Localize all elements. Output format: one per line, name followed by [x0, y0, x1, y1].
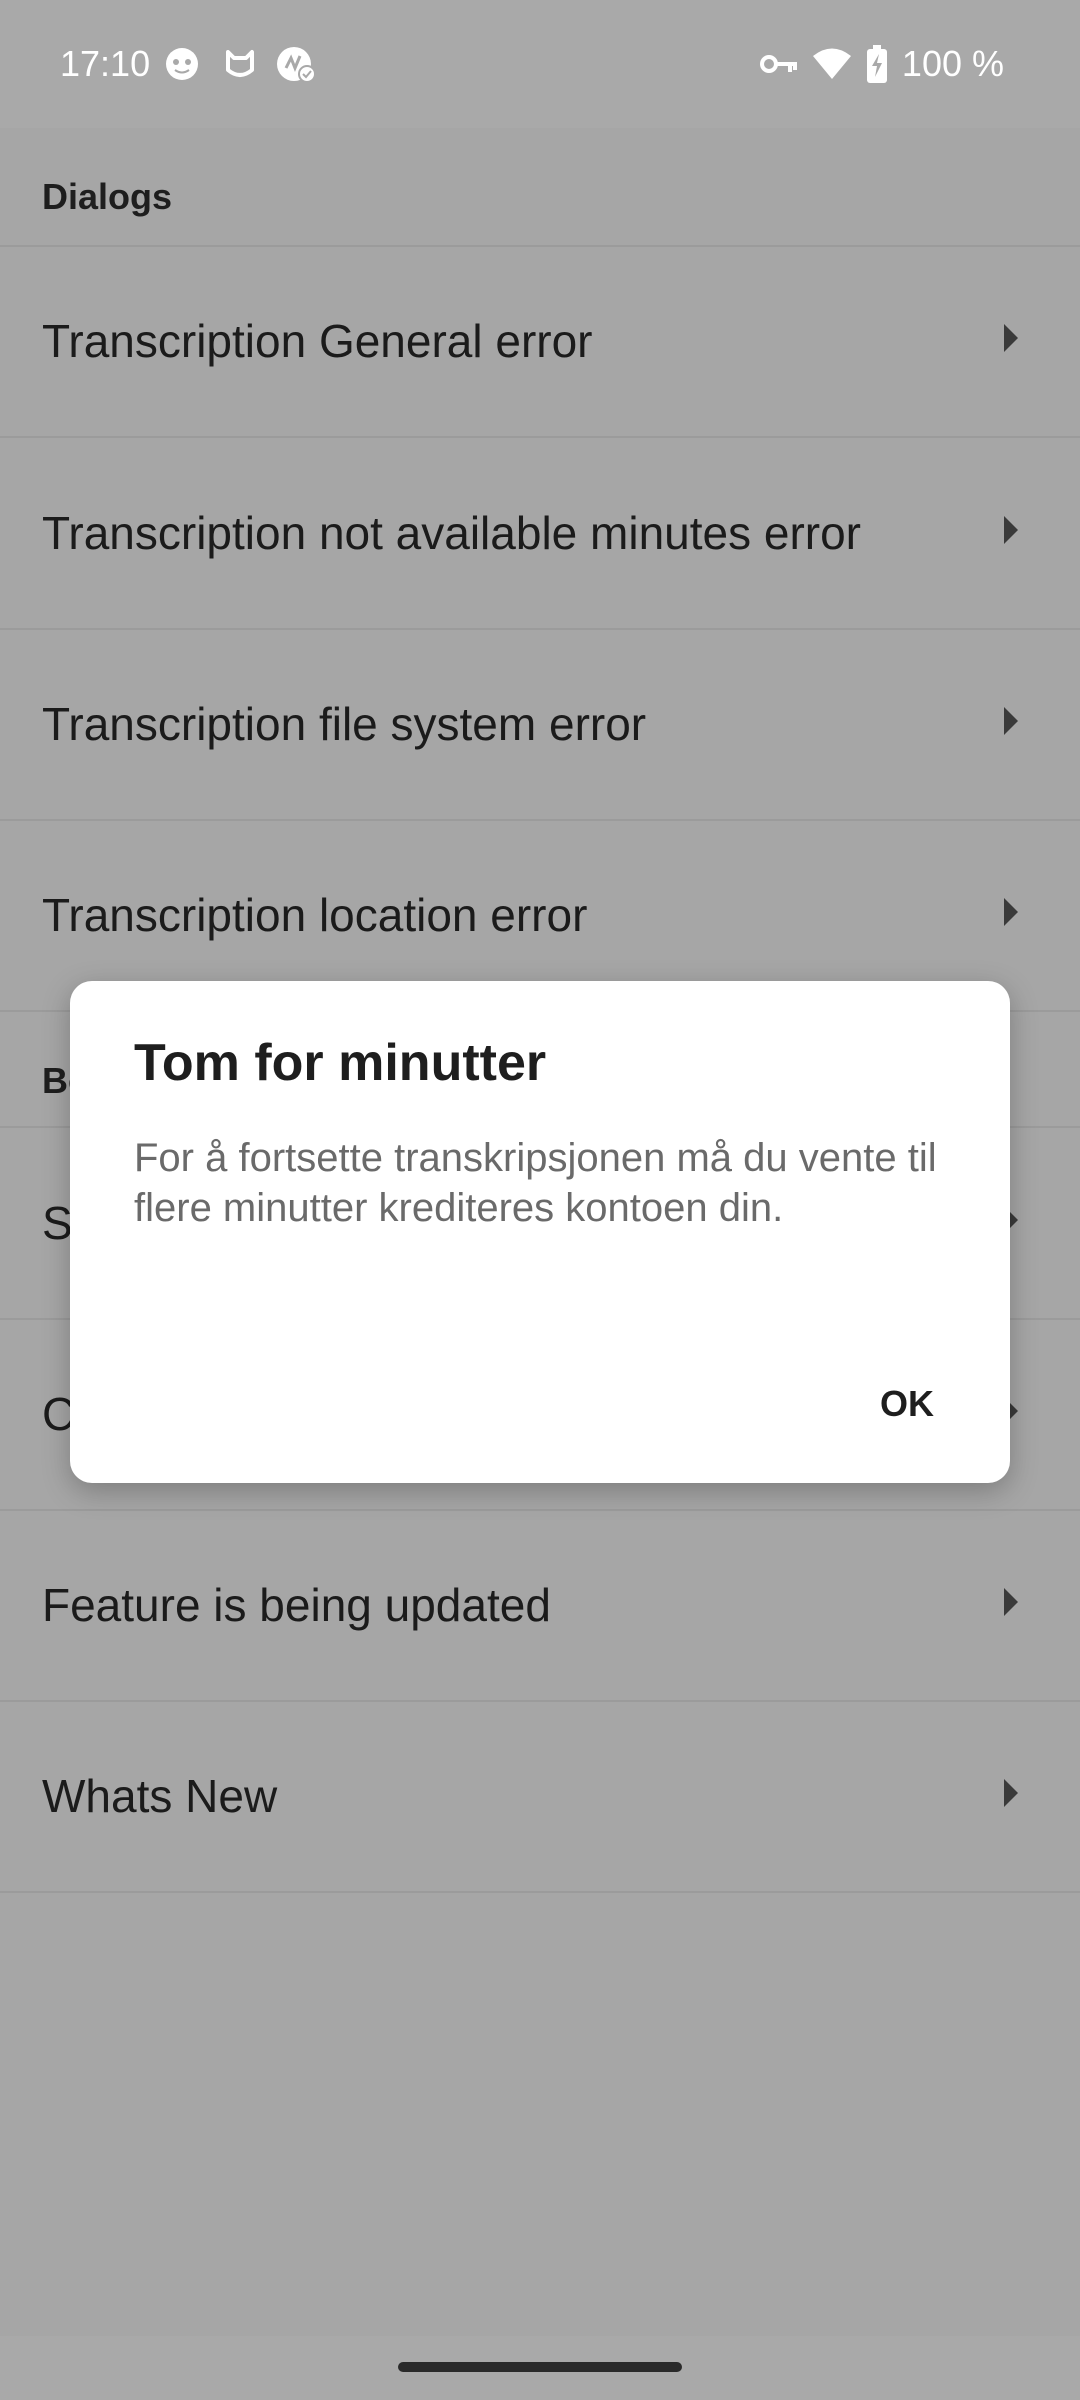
chevron-right-icon: [1004, 516, 1018, 544]
status-system-icons: 100 %: [759, 36, 1004, 92]
list-item-label: Transcription General error: [42, 315, 593, 367]
battery-charging-icon: [866, 45, 887, 83]
dialog-title: Tom for minutter: [134, 1034, 547, 1092]
list-item-label: S: [42, 1197, 73, 1249]
list-item-transcription-minutes-error[interactable]: Transcription not available minutes erro…: [0, 438, 1080, 630]
battery-percentage: 100 %: [901, 43, 1004, 84]
navigation-bar: [0, 2336, 1080, 2400]
list-item-transcription-file-system-error[interactable]: Transcription file system error: [0, 629, 1080, 821]
app-check-icon: [277, 47, 316, 83]
chevron-right-icon: [1004, 1588, 1018, 1616]
chevron-right-icon: [1004, 898, 1018, 926]
vpn-key-icon: [759, 55, 797, 73]
list-item-feature-being-updated[interactable]: Feature is being updated: [0, 1510, 1080, 1702]
list-item-whats-new[interactable]: Whats New: [0, 1701, 1080, 1893]
chevron-right-icon: [1004, 707, 1018, 735]
section-header-dialogs: Dialogs: [42, 176, 173, 217]
chevron-right-icon: [1004, 324, 1018, 352]
cat-outline-icon: [226, 50, 254, 77]
cat-face-icon: [166, 48, 198, 80]
dialog-message: For å fortsette transkripsjonen må du ve…: [134, 1136, 937, 1230]
status-bar: 17:10 100 %: [0, 0, 1080, 128]
list-item-transcription-general-error[interactable]: Transcription General error: [0, 246, 1080, 438]
home-gesture-handle[interactable]: [398, 2362, 682, 2372]
chevron-right-icon: [1004, 1779, 1018, 1807]
wifi-icon: [812, 48, 851, 79]
out-of-minutes-dialog: Tom for minutter For å fortsette transkr…: [70, 981, 1010, 1483]
ok-button[interactable]: OK: [864, 1373, 950, 1435]
status-time: 17:10: [60, 43, 151, 84]
list-item-label: Feature is being updated: [42, 1579, 551, 1631]
list-item-label: Transcription not available minutes erro…: [42, 507, 861, 559]
list-item-label: Whats New: [42, 1770, 278, 1822]
list-item-label: Transcription file system error: [42, 698, 647, 750]
